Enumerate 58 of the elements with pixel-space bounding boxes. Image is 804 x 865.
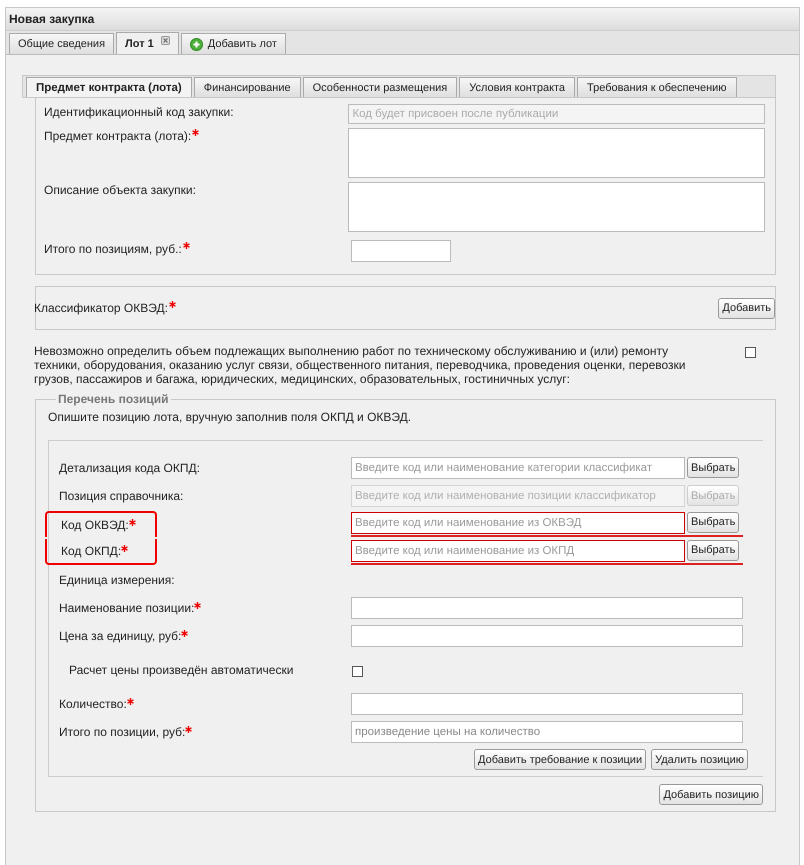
field-label: Итого по позициям, руб.: <box>44 241 351 262</box>
text-area[interactable] <box>348 128 765 178</box>
tab[interactable]: Общие сведения <box>9 33 114 54</box>
field-label: Позиция справочника: <box>59 489 184 503</box>
tab[interactable]: Предмет контракта (лота) <box>26 77 192 97</box>
required-icon <box>128 519 136 526</box>
required-icon <box>181 630 188 637</box>
required-icon <box>182 242 190 249</box>
plus-icon <box>190 38 203 50</box>
checkbox[interactable] <box>745 347 756 358</box>
select-button[interactable]: Выбрать <box>687 457 740 478</box>
input-field[interactable]: Код будет присвоен после публикации <box>348 104 765 124</box>
input-field[interactable]: Введите код или наименование категории классификат <box>351 457 685 479</box>
add-position-button[interactable]: Добавить позицию <box>659 784 763 805</box>
select-button[interactable]: Выбрать <box>687 512 740 532</box>
input-field[interactable]: Введите код или наименование из ОКПД <box>351 540 685 562</box>
tab[interactable]: Требования к обеспечению <box>577 77 737 97</box>
exemption-text: Невозможно определить объем подлежащих выполнению работ по техническому обслуживанию и (или) ремонту техники, оборудования, оказанию услуг связи, общественного питания, переводчика, проведения оценки, перевозки грузов, пассажиров и багажа, юридических, медицинских, образовательных, гостиничных услуг: <box>34 344 686 386</box>
field-label: Наименование позиции: <box>59 601 202 615</box>
field-label: Количество: <box>59 697 134 711</box>
input-field[interactable] <box>351 597 743 619</box>
input-field[interactable] <box>351 625 743 647</box>
checkbox[interactable] <box>352 666 363 677</box>
select-button[interactable]: Выбрать <box>687 540 740 560</box>
input-field[interactable] <box>351 240 451 262</box>
required-icon <box>194 602 202 609</box>
required-icon <box>126 698 134 705</box>
field-label: Расчет цены произведён автоматически <box>69 663 294 677</box>
field-label: Итого по позиции, руб: <box>59 725 192 739</box>
tab[interactable]: Условия контракта <box>459 77 576 97</box>
field-label: Единица измерения: <box>59 573 175 587</box>
window-title: Новая закупка <box>9 12 94 26</box>
field-label: Код ОКВЭД: <box>61 518 136 532</box>
required-icon <box>192 129 200 136</box>
required-icon <box>121 545 128 552</box>
field-label: Идентификационный код закупки: <box>44 104 235 121</box>
tab[interactable]: Финансирование <box>194 77 301 97</box>
field-label: Цена за единицу, руб: <box>59 629 188 643</box>
section-legend: Перечень позиций <box>56 392 170 406</box>
field-label: Предмет контракта (лота): <box>44 128 348 178</box>
action-button[interactable]: Удалить позицию <box>651 749 748 770</box>
close-icon[interactable] <box>160 36 170 45</box>
text-area[interactable] <box>348 182 765 232</box>
tab[interactable]: Особенности размещения <box>302 77 458 97</box>
field-label: Классификатор ОКВЭД: <box>34 300 176 316</box>
tab[interactable]: Лот 1 <box>116 32 179 54</box>
required-icon <box>185 726 192 733</box>
field-label: Описание объекта закупки: <box>44 182 197 199</box>
add-lot-tab[interactable]: Добавить лот <box>180 33 286 54</box>
hint-text: Опишите позицию лота, вручную заполнив поля ОКПД и ОКВЭД. <box>48 410 412 424</box>
field-label: Детализация кода ОКПД: <box>59 461 200 475</box>
field-label: Код ОКПД: <box>61 544 128 558</box>
required-icon <box>168 301 176 308</box>
input-field[interactable]: Введите код или наименование из ОКВЭД <box>351 512 685 534</box>
add-button[interactable]: Добавить <box>718 298 775 318</box>
input-field[interactable]: произведение цены на количество <box>351 721 743 743</box>
action-button[interactable]: Добавить требование к позиции <box>474 749 646 770</box>
input-field[interactable] <box>351 693 743 715</box>
